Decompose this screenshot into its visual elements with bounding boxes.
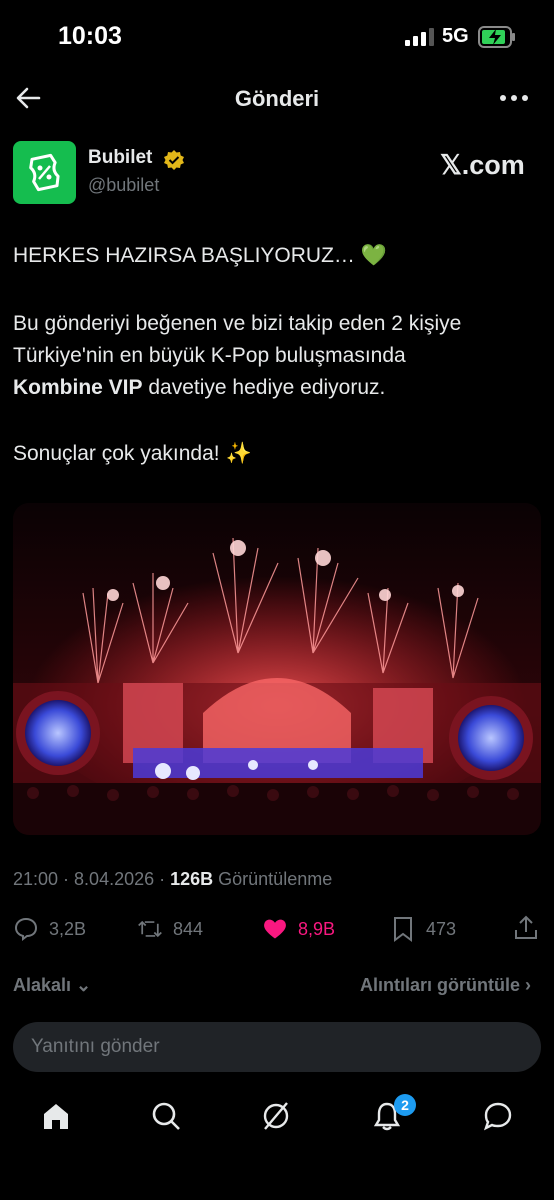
notification-badge: 2 [394,1094,416,1116]
bookmark-icon [394,917,412,942]
x-com-label[interactable]: 𝕏.com [440,150,525,181]
tweet-line-4: Kombine VIP davetiye hediye ediyoruz. [13,376,385,400]
repost-icon [138,920,162,938]
repost-button[interactable]: 844 [137,914,203,944]
tweet-line-1: HERKES HAZIRSA BAŞLIYORUZ… 💚 [13,244,387,267]
like-count: 8,9B [298,918,336,939]
verified-badge-icon [164,150,184,170]
avatar[interactable] [13,141,76,204]
tweet-line-2: Bu gönderiyi beğenen ve bizi takip eden … [13,312,462,335]
home-icon[interactable] [40,1100,72,1132]
signal-icon [405,28,434,46]
author-name[interactable]: Bubilet [88,147,152,169]
tweet-bold-text: Kombine VIP [13,376,143,399]
grok-icon[interactable] [260,1100,292,1132]
network-label: 5G [442,25,469,47]
view-quotes-link[interactable]: Alıntıları görüntüle › [360,975,531,996]
reply-placeholder: Yanıtını gönder [31,1036,160,1057]
bubilet-logo-icon [29,153,60,192]
page-title: Gönderi [234,86,320,111]
tweet-photo[interactable] [13,503,541,835]
search-icon[interactable] [150,1100,182,1132]
reply-count: 3,2B [49,918,87,939]
share-icon[interactable] [513,915,539,941]
tweet-timestamp: 21:00 · 8.04.2026 · [13,869,171,889]
bookmark-count: 473 [426,918,457,939]
reply-button[interactable]: 3,2B [13,914,86,944]
tweet-line-3: Türkiye'nin en büyük K-Pop buluşmasında [13,344,406,367]
related-dropdown[interactable]: Alakalı ⌄ [13,975,91,996]
author-handle[interactable]: @bubilet [88,175,159,196]
concert-stage-photo [13,503,541,835]
bookmark-button[interactable]: 473 [390,914,456,944]
view-count: 126B [170,869,214,889]
battery-charging-icon [478,26,515,48]
messages-icon[interactable] [482,1100,514,1132]
heart-filled-icon [264,919,286,939]
views-label: Görüntülenme [213,869,333,889]
more-dots-icon[interactable] [499,94,529,102]
repost-count: 844 [173,918,204,939]
like-button[interactable]: 8,9B [262,914,335,944]
status-time: 10:03 [58,22,122,50]
tweet-line-5: Sonuçlar çok yakında! ✨ [13,442,252,465]
tweet-line-4-rest: davetiye hediye ediyoruz. [142,376,386,399]
tweet-meta: 21:00 · 8.04.2026 · 126B Görüntülenme [13,869,332,890]
reply-icon [14,917,38,941]
